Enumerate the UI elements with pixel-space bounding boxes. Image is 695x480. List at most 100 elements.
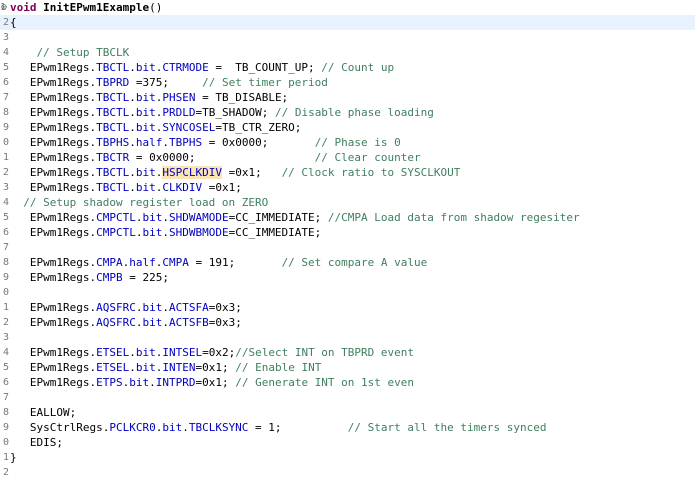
line-number: 8 [2,407,9,418]
code-token: EPwm1Regs. [10,106,97,119]
code-token: . [149,376,156,389]
code-token: =0x2; [202,346,236,359]
code-line[interactable]: 5 EPwm1Regs.ETSEL.bit.INTEN=0x1; // Enab… [0,360,695,375]
code-line[interactable]: 6 EPwm1Regs.ETPS.bit.INTPRD=0x1; // Gene… [0,375,695,390]
code-line[interactable]: 2{ [0,15,695,30]
code-token: =CC_IMMEDIATE; [228,226,322,239]
code-line[interactable]: 7 [0,390,695,405]
code-token: TBCLKSYNC [188,421,249,434]
code-line[interactable]: 1} [0,450,695,465]
code-token: bit [135,361,156,374]
code-line[interactable]: 9 SysCtrlRegs.PCLKCR0.bit.TBCLKSYNC = 1;… [0,420,695,435]
code-text: EALLOW; [10,405,76,420]
code-token: void [10,1,37,14]
line-number: 9 [2,122,9,133]
line-number: 3 [2,32,9,43]
code-line[interactable]: 4 // Setup TBCLK [0,45,695,60]
code-token: CMPA [96,256,123,269]
code-token: =0x1; [195,376,236,389]
code-line[interactable]: 6 EPwm1Regs.TBPRD =375; // Set timer per… [0,75,695,90]
code-token: EPwm1Regs. [10,346,97,359]
code-token: // Disable phase loading [274,106,434,119]
code-token: =375; [129,76,203,89]
code-line[interactable]: 9 EPwm1Regs.TBCTL.bit.SYNCOSEL=TB_CTR_ZE… [0,120,695,135]
code-line[interactable]: 9 EPwm1Regs.CMPB = 225; [0,270,695,285]
code-token: // Clock ratio to SYSCLKOUT [281,166,461,179]
line-number: 2 [2,467,9,478]
code-line[interactable]: 0 [0,285,695,300]
code-token: . [129,361,136,374]
code-token: = 191; [188,256,282,269]
code-text: EPwm1Regs.CMPCTL.bit.SHDWAMODE=CC_IMMEDI… [10,210,580,225]
code-token: =CC_IMMEDIATE; [228,211,328,224]
code-token: EPwm1Regs. [10,166,97,179]
code-token: TBPRD [96,76,130,89]
code-token: bit [162,421,183,434]
line-number: 6 [2,77,9,88]
code-token: half [135,136,163,149]
code-line[interactable]: 3 EPwm1Regs.TBCTL.bit.CLKDIV =0x1; [0,180,695,195]
code-token: =TB_SHADOW; [195,106,275,119]
code-line[interactable]: 8 EALLOW; [0,405,695,420]
code-line[interactable]: 0 EDIS; [0,435,695,450]
line-number: 2 [2,167,9,178]
code-token: bit [142,316,163,329]
code-text: EPwm1Regs.TBCTL.bit.CLKDIV =0x1; [10,180,242,195]
code-token: INTEN [162,361,196,374]
code-line[interactable]: 3 [0,30,695,45]
code-line[interactable]: 6 EPwm1Regs.CMPCTL.bit.SHDWBMODE=CC_IMME… [0,225,695,240]
code-token: = 225; [122,271,169,284]
code-token: // Start all the timers synced [347,421,547,434]
code-text: EPwm1Regs.TBPHS.half.TBPHS = 0x0000; // … [10,135,401,150]
code-line[interactable]: 2 EPwm1Regs.TBCTL.bit.HSPCLKDIV =0x1; //… [0,165,695,180]
code-token: () [149,1,163,14]
code-token: =0x3; [208,316,242,329]
code-token: SYNCOSEL [162,121,216,134]
line-number: 4 [2,47,9,58]
line-number: 0 [2,437,9,448]
code-line[interactable]: 0 EPwm1Regs.TBPHS.half.TBPHS = 0x0000; /… [0,135,695,150]
code-text: // Setup TBCLK [10,45,130,60]
code-text: EPwm1Regs.TBCTL.bit.CTRMODE = TB_COUNT_U… [10,60,394,75]
code-token: = 0x0000; [202,136,315,149]
code-line[interactable]: 7 [0,240,695,255]
code-token: // Clear counter [314,151,421,164]
code-token: PCLKCR0 [109,421,156,434]
code-line[interactable]: 4 // Setup shadow register load on ZERO [0,195,695,210]
line-number: 3 [2,332,9,343]
code-line[interactable]: 5 EPwm1Regs.CMPCTL.bit.SHDWAMODE=CC_IMME… [0,210,695,225]
code-line[interactable]: 4 EPwm1Regs.ETSEL.bit.INTSEL=0x2;//Selec… [0,345,695,360]
code-token: //CMPA Load data from shadow regesiter [327,211,580,224]
line-number: 5 [2,62,9,73]
code-area[interactable]: 1 ⊖ void InitEPwm1Example() 2{3 4 // Setup T… [0,0,695,478]
code-token: PHSEN [162,91,196,104]
code-text: EPwm1Regs.TBCTL.bit.PHSEN = TB_DISABLE; [10,90,288,105]
code-token: // Enable INT [235,361,322,374]
code-line[interactable]: 8 EPwm1Regs.TBCTL.bit.PRDLD=TB_SHADOW; /… [0,105,695,120]
code-token: EPwm1Regs. [10,211,97,224]
code-token: EPwm1Regs. [10,91,97,104]
code-token: // Setup shadow register load on ZERO [23,196,269,209]
code-line[interactable]: 1 ⊖ void InitEPwm1Example() [0,0,695,15]
code-line[interactable]: 2 EPwm1Regs.AQSFRC.bit.ACTSFB=0x3; [0,315,695,330]
code-line[interactable]: 5 EPwm1Regs.TBCTL.bit.CTRMODE = TB_COUNT… [0,60,695,75]
code-token: . [129,346,136,359]
line-number: 2 [2,317,9,328]
code-token: EPwm1Regs. [10,361,97,374]
code-line[interactable]: 1 EPwm1Regs.AQSFRC.bit.ACTSFA=0x3; [0,300,695,315]
code-line[interactable]: 8 EPwm1Regs.CMPA.half.CMPA = 191; // Set… [0,255,695,270]
code-token: bit [135,91,156,104]
code-line[interactable]: 3 [0,330,695,345]
code-line[interactable]: 7 EPwm1Regs.TBCTL.bit.PHSEN = TB_DISABLE… [0,90,695,105]
code-text: EPwm1Regs.TBCTR = 0x0000; // Clear count… [10,150,421,165]
code-token: = TB_COUNT_UP; [208,61,322,74]
code-text: { [10,15,17,30]
code-line[interactable]: 1 EPwm1Regs.TBCTR = 0x0000; // Clear cou… [0,150,695,165]
code-token: INTPRD [155,376,196,389]
code-line[interactable]: 2 [0,465,695,480]
code-token: EPwm1Regs. [10,376,97,389]
line-number: 8 [2,107,9,118]
fold-collapse-icon[interactable]: ⊖ [1,0,9,15]
code-editor[interactable]: 1 ⊖ void InitEPwm1Example() 2{3 4 // Setup T… [0,0,695,478]
